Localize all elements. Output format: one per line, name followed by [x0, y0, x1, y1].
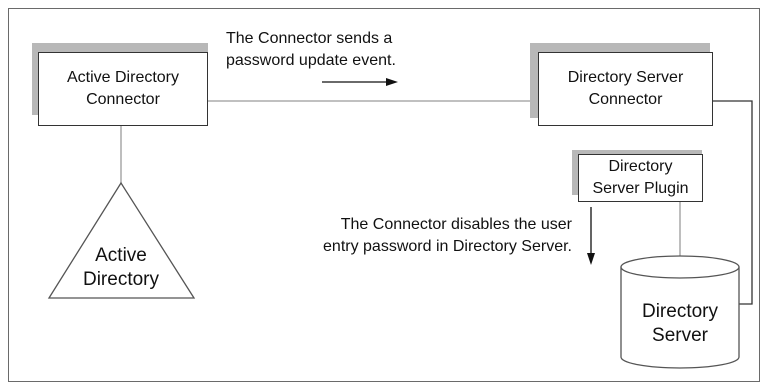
directory-server-label: Directory Server — [621, 300, 739, 348]
ds-connector-label-line1: Directory Server — [567, 69, 684, 86]
down-arrow-icon — [587, 207, 595, 265]
ds-plugin-box: Directory Server Plugin — [578, 154, 703, 202]
ad-connector-label-line1: Active Directory — [66, 69, 180, 86]
top-annotation-line2: password update event. — [226, 52, 396, 69]
active-directory-label: Active Directory — [66, 244, 176, 292]
ds-plugin-label-line2: Server Plugin — [592, 180, 689, 197]
directory-server-label-line2: Server — [652, 325, 708, 346]
middle-annotation-line1: The Connector disables the user — [340, 216, 572, 233]
top-annotation: The Connector sends a password update ev… — [226, 28, 396, 72]
right-arrow-icon — [322, 78, 398, 86]
top-annotation-line1: The Connector sends a — [226, 30, 393, 47]
middle-annotation-line2: entry password in Directory Server. — [323, 238, 572, 255]
ad-connector-label-line2: Connector — [86, 91, 160, 108]
ds-plugin-label-line1: Directory — [608, 158, 673, 175]
directory-server-label-line1: Directory — [641, 301, 718, 322]
active-directory-label-line2: Directory — [82, 269, 159, 290]
ds-connector-box: Directory Server Connector — [538, 52, 713, 126]
middle-annotation: The Connector disables the user entry pa… — [296, 214, 572, 258]
ds-connector-label-line2: Connector — [588, 91, 663, 108]
active-directory-label-line1: Active — [95, 245, 147, 266]
ad-connector-box: Active Directory Connector — [38, 52, 208, 126]
